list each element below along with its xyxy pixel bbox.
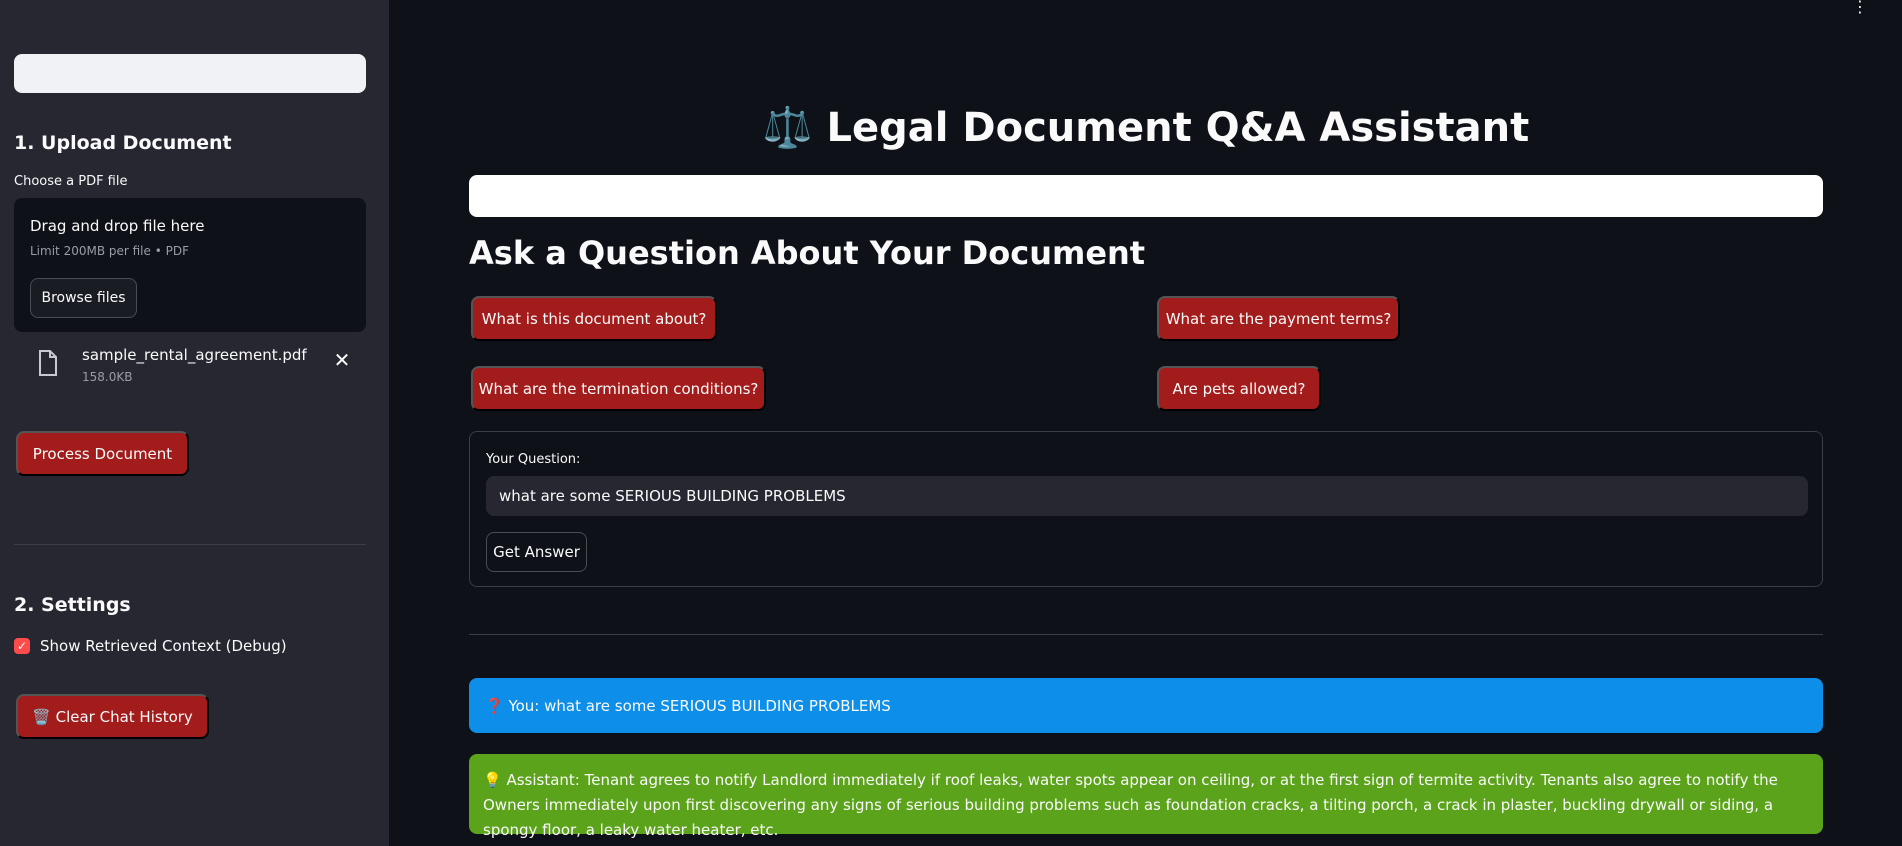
sidebar: 1. Upload Document Choose a PDF file Dra… xyxy=(0,0,389,846)
uploaded-file-size: 158.0KB xyxy=(82,370,133,384)
sidebar-top-input[interactable] xyxy=(14,54,366,93)
dropzone-title: Drag and drop file here xyxy=(30,217,205,235)
quick-question-button[interactable]: What are the termination conditions? xyxy=(471,366,766,411)
quick-question-button[interactable]: Are pets allowed? xyxy=(1157,366,1321,411)
question-label: Your Question: xyxy=(486,452,581,467)
debug-checkbox-row[interactable]: ✓ Show Retrieved Context (Debug) xyxy=(14,635,287,657)
settings-heading: 2. Settings xyxy=(14,594,131,616)
page-title: ⚖️ Legal Document Q&A Assistant xyxy=(762,105,1530,151)
file-icon xyxy=(39,350,57,376)
ask-heading: Ask a Question About Your Document xyxy=(469,234,1146,272)
file-dropzone[interactable]: Drag and drop file here Limit 200MB per … xyxy=(14,198,366,332)
uploaded-file-row: sample_rental_agreement.pdf 158.0KB ✕ xyxy=(14,340,366,390)
quick-question-button[interactable]: What is this document about? xyxy=(471,296,717,341)
kebab-menu-icon[interactable]: ⋮ xyxy=(1852,0,1868,15)
assistant-message: 💡 Assistant: Tenant agrees to notify Lan… xyxy=(469,754,1823,839)
sidebar-divider xyxy=(14,544,366,545)
close-icon[interactable]: ✕ xyxy=(330,348,354,372)
uploaded-file-name: sample_rental_agreement.pdf xyxy=(82,346,307,364)
question-form: Your Question: what are some SERIOUS BUI… xyxy=(469,431,1823,587)
status-bar xyxy=(469,175,1823,217)
dropzone-limit: Limit 200MB per file • PDF xyxy=(30,244,189,258)
main-divider xyxy=(469,634,1823,635)
question-input[interactable]: what are some SERIOUS BUILDING PROBLEMS xyxy=(486,476,1808,516)
process-document-button[interactable]: Process Document xyxy=(16,431,189,476)
clear-chat-history-button[interactable]: 🗑️ Clear Chat History xyxy=(16,694,209,739)
get-answer-button[interactable]: Get Answer xyxy=(486,532,587,572)
upload-heading: 1. Upload Document xyxy=(14,132,232,154)
debug-checkbox-label: Show Retrieved Context (Debug) xyxy=(40,637,287,655)
user-message: ❓ You: what are some SERIOUS BUILDING PR… xyxy=(469,678,1823,733)
checkbox-checked-icon[interactable]: ✓ xyxy=(14,638,30,654)
quick-question-button[interactable]: What are the payment terms? xyxy=(1157,296,1400,341)
browse-files-button[interactable]: Browse files xyxy=(30,278,137,318)
file-uploader-label: Choose a PDF file xyxy=(14,174,128,189)
page-title-wrap: ⚖️ Legal Document Q&A Assistant xyxy=(469,104,1823,151)
app: 1. Upload Document Choose a PDF file Dra… xyxy=(0,0,1902,846)
